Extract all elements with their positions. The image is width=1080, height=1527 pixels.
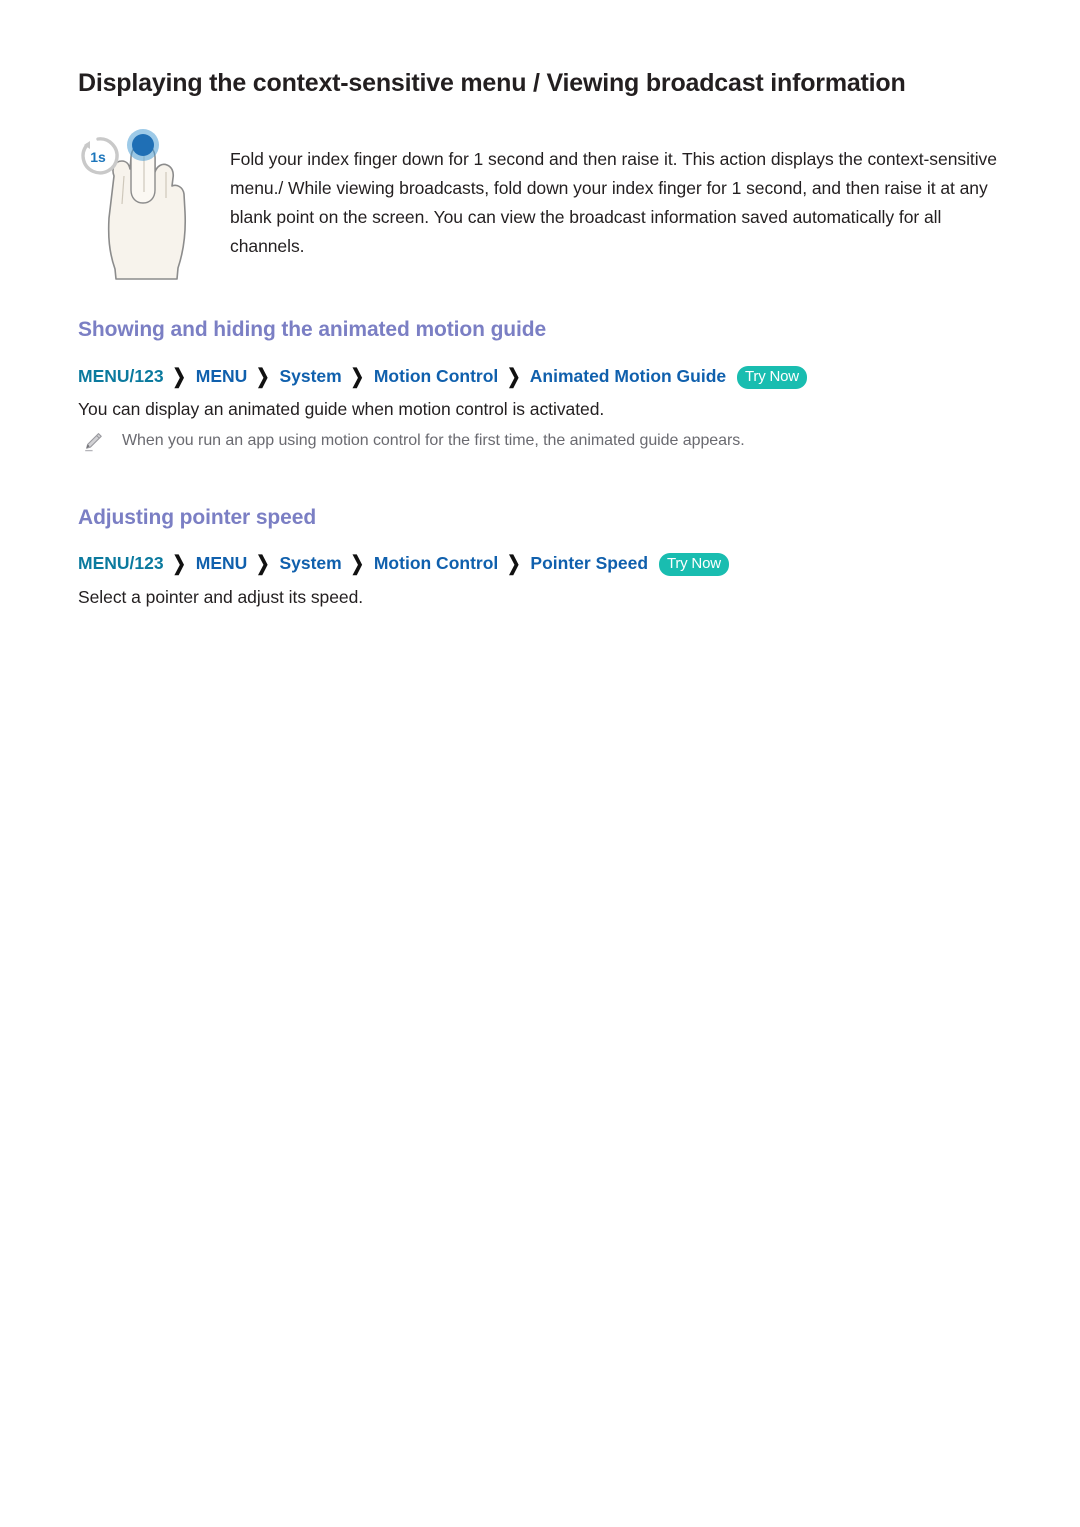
chevron-right-icon: ❯ — [256, 553, 270, 575]
chevron-right-icon: ❯ — [172, 553, 186, 575]
chevron-right-icon: ❯ — [350, 366, 364, 388]
chevron-right-icon: ❯ — [350, 553, 364, 575]
chevron-right-icon: ❯ — [507, 366, 521, 388]
chevron-right-icon: ❯ — [256, 366, 270, 388]
breadcrumb-pointer-speed: MENU/123 ❯ MENU ❯ System ❯ Motion Contro… — [78, 551, 729, 577]
page-title: Displaying the context-sensitive menu / … — [78, 69, 906, 97]
document-page: Displaying the context-sensitive menu / … — [0, 0, 1080, 1527]
chevron-right-icon: ❯ — [172, 366, 186, 388]
note-row-animated-motion-guide: When you run an app using motion control… — [82, 430, 962, 453]
section-heading-animated-motion-guide: Showing and hiding the animated motion g… — [78, 318, 547, 341]
fold-index-finger-hand-illustration: 1s — [78, 128, 208, 283]
breadcrumb-item-motion-control[interactable]: Motion Control — [374, 366, 498, 386]
pencil-icon — [82, 431, 104, 453]
chevron-right-icon: ❯ — [507, 553, 521, 575]
note-text-animated-motion-guide: When you run an app using motion control… — [122, 432, 745, 449]
breadcrumb-item-menu[interactable]: MENU — [196, 366, 248, 386]
breadcrumb-item-motion-control[interactable]: Motion Control — [374, 553, 498, 573]
section-description-animated-motion-guide: You can display an animated guide when m… — [78, 399, 605, 419]
section-description-pointer-speed: Select a pointer and adjust its speed. — [78, 587, 364, 607]
breadcrumb-item-system[interactable]: System — [279, 553, 341, 573]
breadcrumb-item-menu123[interactable]: MENU/123 — [78, 366, 164, 386]
breadcrumb-animated-motion-guide: MENU/123 ❯ MENU ❯ System ❯ Motion Contro… — [78, 364, 807, 390]
breadcrumb-item-pointer-speed[interactable]: Pointer Speed — [530, 553, 648, 573]
try-now-badge[interactable]: Try Now — [658, 553, 729, 576]
timer-badge-label: 1s — [90, 149, 106, 165]
breadcrumb-item-system[interactable]: System — [279, 366, 341, 386]
breadcrumb-item-animated-motion-guide[interactable]: Animated Motion Guide — [530, 366, 726, 386]
breadcrumb-item-menu123[interactable]: MENU/123 — [78, 553, 164, 573]
breadcrumb-item-menu[interactable]: MENU — [196, 553, 248, 573]
section-heading-pointer-speed: Adjusting pointer speed — [78, 506, 317, 529]
intro-paragraph: Fold your index finger down for 1 second… — [230, 149, 997, 256]
try-now-badge[interactable]: Try Now — [737, 366, 807, 389]
